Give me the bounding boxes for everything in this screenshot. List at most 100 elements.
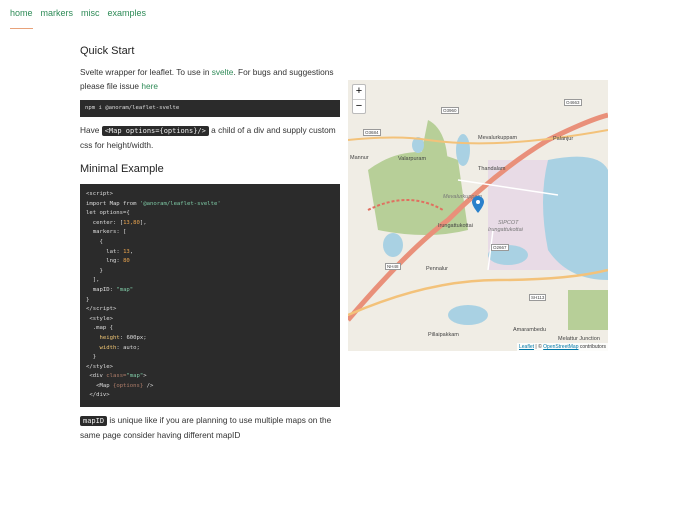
code-token: <style> (86, 315, 113, 322)
code-line: ], (86, 276, 334, 286)
map-label: Pennalur (426, 266, 449, 272)
code-token: > (143, 373, 147, 380)
nav-misc[interactable]: misc (81, 8, 100, 28)
code-line: } (86, 267, 334, 277)
road-ref: O3684 (363, 129, 381, 136)
map-label: Thandalam (478, 166, 506, 172)
svelte-link[interactable]: svelte (212, 67, 234, 77)
code-token: : 600px; (119, 334, 147, 341)
code-token: <div (86, 373, 107, 380)
mapid-note: mapID is unique like if you are planning… (80, 414, 340, 442)
nav-markers[interactable]: markers (41, 8, 74, 28)
code-line: lng: 80 (86, 257, 334, 267)
top-nav: home markers misc examples (10, 8, 147, 29)
code-token: { (86, 238, 103, 245)
code-token: import Map from (86, 200, 140, 207)
road-ref: O4663 (564, 99, 582, 106)
code-line: <style> (86, 315, 334, 325)
code-token: "map" (126, 373, 144, 380)
mapid-code: mapID (80, 416, 108, 427)
attribution-tail: contributors (578, 344, 606, 350)
map-label: SIPCOT (498, 220, 519, 226)
map-tiles (348, 112, 608, 330)
map-marker-icon[interactable] (472, 196, 484, 213)
map-label: Irungattukottai (438, 223, 473, 229)
road-ref: O3960 (441, 107, 459, 114)
code-line: mapID: "map" (86, 286, 334, 296)
code-token: width (86, 344, 117, 351)
main-content: Quick Start Svelte wrapper for leaflet. … (80, 44, 340, 449)
code-token: 13 (123, 248, 130, 255)
code-line: </div> (86, 391, 334, 401)
code-token: ], (86, 277, 100, 284)
nav-examples[interactable]: examples (108, 8, 147, 28)
code-token: <Map (86, 382, 113, 389)
road-ref: O2667 (491, 244, 509, 251)
road-ref: SH113 (529, 294, 547, 301)
code-token: .map { (86, 325, 113, 332)
code-token: } (86, 354, 97, 361)
map-attribution: Leaflet | © OpenStreetMap contributors (517, 343, 608, 351)
code-token: markers: [ (86, 229, 127, 236)
code-line: .map { (86, 324, 334, 334)
zoom-control: + − (352, 84, 366, 114)
code-token: '@anoram/leaflet-svelte' (139, 200, 221, 207)
mapid-note-text: is unique like if you are planning to us… (80, 415, 332, 440)
usage-text: Have (80, 125, 102, 135)
code-token: </script> (86, 306, 117, 313)
attribution-sep: | © (534, 344, 544, 350)
intro-paragraph: Svelte wrapper for leaflet. To use in sv… (80, 66, 340, 93)
code-line: markers: [ (86, 228, 334, 238)
osm-link[interactable]: OpenStreetMap (543, 344, 578, 350)
code-token: : auto; (116, 344, 140, 351)
code-line: lat: 13, (86, 248, 334, 258)
code-token: mapID: (86, 286, 117, 293)
code-token: let options={ (86, 210, 130, 217)
code-token: height (86, 334, 120, 341)
intro-text: Svelte wrapper for leaflet. To use in (80, 67, 212, 77)
code-token: center: [ (86, 219, 124, 226)
map-label: Amarambedu (513, 327, 547, 333)
code-token: lat: (86, 248, 124, 255)
code-token: } (86, 296, 90, 303)
code-line: { (86, 238, 334, 248)
code-token: "map" (116, 286, 134, 293)
code-token: </div> (86, 392, 110, 399)
map-component-code: <Map options={options}/> (101, 126, 209, 136)
code-line: width: auto; (86, 344, 334, 354)
code-line: height: 600px; (86, 334, 334, 344)
map-label: Mevalurkuppam (478, 135, 518, 141)
road-ref: NH48 (385, 263, 401, 270)
code-line: <div class="map"> (86, 372, 334, 382)
zoom-out-button[interactable]: − (353, 99, 365, 113)
nav-home[interactable]: home (10, 8, 33, 29)
map-label: Mannur (350, 155, 369, 161)
usage-paragraph: Have <Map options={options}/> a child of… (80, 124, 340, 152)
code-token: lng: (86, 258, 124, 265)
code-token: ], (139, 219, 147, 226)
zoom-in-button[interactable]: + (353, 85, 365, 99)
code-line: } (86, 296, 334, 306)
code-line: } (86, 353, 334, 363)
code-token: 13,80 (123, 219, 140, 226)
minimal-example-heading: Minimal Example (80, 163, 164, 175)
leaflet-link[interactable]: Leaflet (519, 344, 534, 350)
minimal-example-code: <script> import Map from '@anoram/leaflet… (80, 184, 340, 408)
code-line: </script> (86, 305, 334, 315)
code-token: <script> (86, 191, 113, 197)
code-token: /> (143, 382, 154, 389)
issue-link[interactable]: here (141, 81, 158, 91)
code-token: </style> (86, 363, 113, 370)
map-label: Irungattukottai (488, 227, 523, 233)
map-label: Valarpuram (398, 156, 427, 162)
code-line: <script> (86, 190, 334, 200)
code-token: , (129, 248, 134, 255)
code-token: class= (106, 373, 127, 380)
quick-start-heading: Quick Start (80, 45, 135, 57)
code-line: let options={ (86, 209, 334, 219)
install-command: npm i @anoram/leaflet-svelte (80, 100, 340, 117)
map-label: Pillaipakkam (428, 332, 459, 338)
code-line: <Map {options} /> (86, 382, 334, 392)
code-token: {options} (112, 382, 144, 389)
leaflet-map[interactable]: + − Mevalurkuppam Thandalam Valarpuram M… (348, 80, 608, 351)
